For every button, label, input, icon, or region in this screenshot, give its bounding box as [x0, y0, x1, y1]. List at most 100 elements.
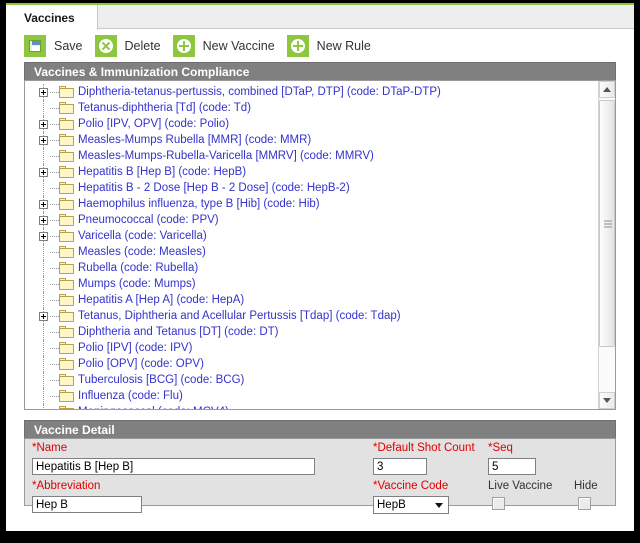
expand-toggle-icon[interactable]: [37, 212, 50, 228]
tree-item[interactable]: Polio [OPV] (code: OPV): [25, 356, 597, 372]
tree-item[interactable]: Varicella (code: Varicella): [25, 228, 597, 244]
expand-toggle-icon[interactable]: [37, 132, 50, 148]
tree-item-label: Tetanus, Diphtheria and Acellular Pertus…: [78, 309, 401, 322]
circle-plus-icon: [172, 35, 195, 57]
tree-item[interactable]: Haemophilus influenza, type B [Hib] (cod…: [25, 196, 597, 212]
vertical-scrollbar[interactable]: [598, 81, 615, 409]
tree-item-label: Hepatitis B [Hep B] (code: HepB): [78, 165, 247, 178]
delete-button[interactable]: Delete: [94, 32, 161, 60]
folder-icon: [59, 102, 74, 114]
tree-connector: [50, 228, 59, 244]
expand-toggle-icon[interactable]: [37, 84, 50, 100]
tab-strip: Vaccines: [6, 5, 634, 30]
plus-icon: [39, 231, 48, 241]
tree-connector: [50, 244, 59, 260]
tree-item[interactable]: Hepatitis B [Hep B] (code: HepB): [25, 164, 597, 180]
tree-item[interactable]: Measles-Mumps Rubella [MMR] (code: MMR): [25, 132, 597, 148]
tree-item-label: Polio [IPV] (code: IPV): [78, 341, 193, 354]
tree-connector: [37, 180, 50, 196]
save-button[interactable]: Save: [24, 32, 83, 60]
circle-plus-icon: [286, 35, 309, 57]
plus-icon: [39, 135, 48, 145]
tree-item[interactable]: Diphtheria-tetanus-pertussis, combined […: [25, 84, 597, 100]
expand-toggle-icon[interactable]: [37, 196, 50, 212]
vaccine-detail-panel: Vaccine Detail *Name *Abbreviation *Defa…: [24, 420, 616, 514]
expand-toggle-icon[interactable]: [37, 116, 50, 132]
folder-icon: [59, 310, 74, 322]
folder-icon: [59, 278, 74, 290]
tree-item[interactable]: Mumps (code: Mumps): [25, 276, 597, 292]
tree-connector: [50, 260, 59, 276]
scrollbar-thumb[interactable]: [599, 100, 615, 347]
tree-connector: [37, 292, 50, 308]
scroll-up-button[interactable]: [599, 81, 615, 98]
folder-icon: [59, 198, 74, 210]
vaccine-code-value: HepB: [377, 499, 406, 511]
tree-connector: [37, 388, 50, 404]
tree-connector: [50, 164, 59, 180]
tree-connector: [50, 276, 59, 292]
plus-icon: [39, 199, 48, 209]
live-vaccine-checkbox[interactable]: [492, 497, 505, 510]
tree-item[interactable]: Hepatitis A [Hep A] (code: HepA): [25, 292, 597, 308]
tree-item[interactable]: Rubella (code: Rubella): [25, 260, 597, 276]
chevron-up-icon: [603, 87, 611, 92]
vaccine-code-select[interactable]: HepB: [373, 496, 449, 514]
tree-item[interactable]: Tetanus-diphtheria [Td] (code: Td): [25, 100, 597, 116]
abbreviation-field[interactable]: [32, 496, 142, 513]
name-field[interactable]: [32, 458, 315, 475]
new-vaccine-button[interactable]: New Vaccine: [172, 32, 275, 60]
tree-item[interactable]: Measles (code: Measles): [25, 244, 597, 260]
expand-toggle-icon[interactable]: [37, 228, 50, 244]
tree-item-label: Haemophilus influenza, type B [Hib] (cod…: [78, 197, 320, 210]
default-shot-count-field[interactable]: [373, 458, 427, 475]
tree-connector: [50, 100, 59, 116]
hide-checkbox[interactable]: [578, 497, 591, 510]
plus-icon: [39, 167, 48, 177]
tree-item-label: Mumps (code: Mumps): [78, 277, 196, 290]
tree-connector: [50, 356, 59, 372]
floppy-disk-icon: [24, 35, 46, 57]
tree-item-label: Measles-Mumps-Rubella-Varicella [MMRV] (…: [78, 149, 374, 162]
tab-vaccines-label: Vaccines: [24, 10, 75, 25]
tree-connector: [37, 340, 50, 356]
seq-label: *Seq: [488, 442, 513, 454]
name-label: *Name: [32, 442, 68, 454]
plus-icon: [39, 119, 48, 129]
expand-toggle-icon[interactable]: [37, 164, 50, 180]
seq-field[interactable]: [488, 458, 536, 475]
tree-connector: [50, 212, 59, 228]
tree-connector: [50, 180, 59, 196]
tree-item[interactable]: Polio [IPV] (code: IPV): [25, 340, 597, 356]
vaccine-code-label: *Vaccine Code: [373, 480, 449, 492]
tab-vaccines[interactable]: Vaccines: [14, 5, 98, 30]
vaccines-tree-list: Diphtheria-tetanus-pertussis, combined […: [25, 84, 597, 409]
tree-item[interactable]: Measles-Mumps-Rubella-Varicella [MMRV] (…: [25, 148, 597, 164]
tree-item[interactable]: Tetanus, Diphtheria and Acellular Pertus…: [25, 308, 597, 324]
tree-item[interactable]: Polio [IPV, OPV] (code: Polio): [25, 116, 597, 132]
tree-item-label: Pneumococcal (code: PPV): [78, 213, 219, 226]
tree-connector: [37, 260, 50, 276]
new-rule-button[interactable]: New Rule: [286, 32, 371, 60]
expand-toggle-icon[interactable]: [37, 308, 50, 324]
tree-item-label: Influenza (code: Flu): [78, 389, 183, 402]
tree-item[interactable]: Tuberculosis [BCG] (code: BCG): [25, 372, 597, 388]
scroll-down-button[interactable]: [599, 392, 615, 409]
tree-item[interactable]: Hepatitis B - 2 Dose [Hep B - 2 Dose] (c…: [25, 180, 597, 196]
tree-item[interactable]: Diphtheria and Tetanus [DT] (code: DT): [25, 324, 597, 340]
tree-item[interactable]: Influenza (code: Flu): [25, 388, 597, 404]
folder-icon: [59, 230, 74, 242]
tree-item[interactable]: Meningococcal (code: MCV4): [25, 404, 597, 409]
plus-icon: [39, 311, 48, 321]
vaccine-detail-title: Vaccine Detail: [24, 420, 616, 438]
vaccine-detail-body: *Name *Abbreviation *Default Shot Count …: [24, 438, 616, 514]
scrollbar-track[interactable]: [599, 98, 615, 392]
folder-icon: [59, 134, 74, 146]
tree-item-label: Diphtheria and Tetanus [DT] (code: DT): [78, 325, 279, 338]
tree-item[interactable]: Pneumococcal (code: PPV): [25, 212, 597, 228]
tree-connector: [50, 404, 59, 409]
tree-item-label: Meningococcal (code: MCV4): [78, 406, 229, 410]
folder-icon: [59, 406, 74, 409]
tree-item-label: Measles (code: Measles): [78, 245, 206, 258]
grip-icon: [604, 220, 612, 227]
